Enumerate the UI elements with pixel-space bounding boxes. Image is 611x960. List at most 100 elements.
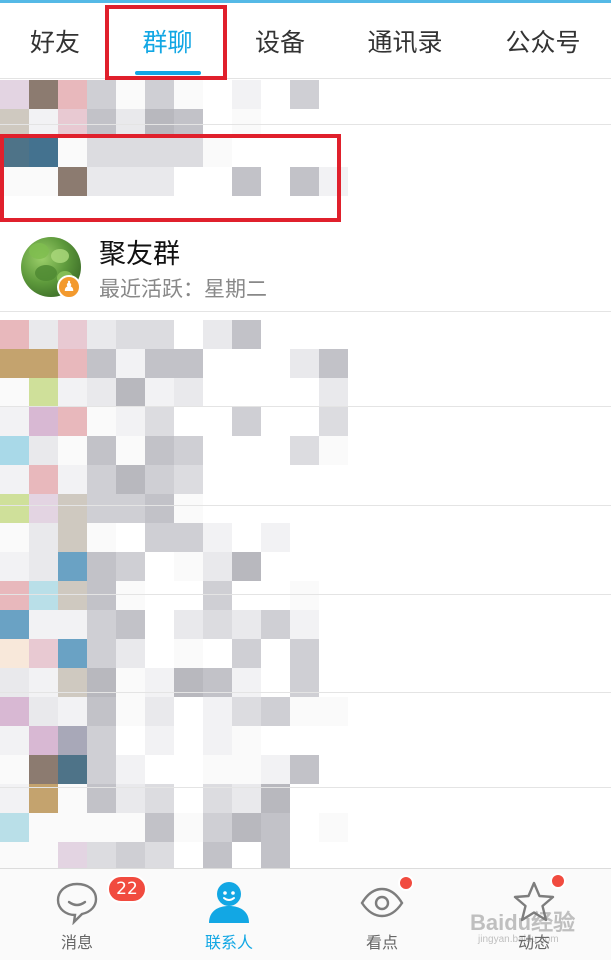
mosaic-cell (290, 465, 319, 494)
mosaic-cell (58, 349, 87, 378)
mosaic-cell (290, 697, 319, 726)
mosaic-cell (348, 349, 377, 378)
tab-address-book[interactable]: 通讯录 (335, 3, 475, 79)
mosaic-cell (174, 320, 203, 349)
nav-watch[interactable]: 看点 (322, 869, 442, 960)
mosaic-cell (290, 842, 319, 868)
mosaic-cell (29, 552, 58, 581)
mosaic-cell (232, 639, 261, 668)
mosaic-cell (87, 842, 116, 868)
mosaic-cell (203, 842, 232, 868)
mosaic-cell (319, 784, 348, 813)
mosaic-cell (116, 407, 145, 436)
mosaic-cell (29, 349, 58, 378)
mosaic-cell (0, 552, 29, 581)
mosaic-cell (116, 80, 145, 109)
mosaic-cell (0, 465, 29, 494)
mosaic-cell (29, 813, 58, 842)
mosaic-cell (377, 552, 406, 581)
mosaic-cell (348, 523, 377, 552)
nav-label: 联系人 (204, 933, 253, 952)
new-content-dot (398, 875, 414, 891)
watermark-url: jingyan.baidu.com (478, 934, 559, 945)
mosaic-cell (116, 726, 145, 755)
mosaic-cell (116, 436, 145, 465)
mosaic-cell (87, 581, 116, 610)
nav-contacts[interactable]: 联系人 (169, 869, 289, 960)
mosaic-cell (58, 610, 87, 639)
mosaic-cell (319, 726, 348, 755)
mosaic-cell (290, 407, 319, 436)
mosaic-cell (348, 465, 377, 494)
mosaic-cell (203, 784, 232, 813)
mosaic-cell (232, 581, 261, 610)
mosaic-cell (348, 320, 377, 349)
mosaic-cell (261, 842, 290, 868)
mosaic-cell (377, 726, 406, 755)
mosaic-cell (87, 349, 116, 378)
mosaic-cell (290, 523, 319, 552)
mosaic-cell (261, 523, 290, 552)
mosaic-cell (377, 465, 406, 494)
mosaic-cell (203, 726, 232, 755)
group-name: 聚友群 (99, 239, 180, 270)
mosaic-cell (87, 755, 116, 784)
mosaic-cell (0, 610, 29, 639)
mosaic-cell (29, 378, 58, 407)
tab-devices[interactable]: 设备 (225, 3, 335, 79)
tab-friends[interactable]: 好友 (0, 3, 110, 79)
mosaic-cell (348, 436, 377, 465)
mosaic-cell (203, 320, 232, 349)
nav-messages[interactable]: 22 消息 (17, 869, 147, 960)
mosaic-cell (232, 320, 261, 349)
mosaic-cell (261, 320, 290, 349)
mosaic-cell (145, 639, 174, 668)
mosaic-cell (377, 523, 406, 552)
mosaic-cell (0, 755, 29, 784)
group-last-active: 最近活跃：星期二 (99, 277, 267, 301)
mosaic-cell (58, 755, 87, 784)
group-item-juyou[interactable]: ♟ 聚友群 最近活跃：星期二 (0, 215, 611, 311)
mosaic-cell (290, 639, 319, 668)
mosaic-cell (348, 80, 377, 109)
mosaic-cell (29, 80, 58, 109)
mosaic-cell (232, 610, 261, 639)
mosaic-cell (58, 842, 87, 868)
chat-bubble-icon (56, 882, 98, 925)
mosaic-cell (0, 349, 29, 378)
mosaic-cell (261, 610, 290, 639)
mosaic-cell (0, 80, 29, 109)
mosaic-cell (232, 465, 261, 494)
mosaic-cell (290, 320, 319, 349)
mosaic-cell (29, 842, 58, 868)
mosaic-cell (29, 465, 58, 494)
contact-person-icon (209, 882, 249, 923)
mosaic-cell (232, 813, 261, 842)
group-owner-badge-icon: ♟ (57, 275, 81, 299)
mosaic-cell (203, 523, 232, 552)
mosaic-cell (29, 320, 58, 349)
mosaic-cell (145, 494, 174, 523)
mosaic-cell (348, 639, 377, 668)
mosaic-cell (174, 436, 203, 465)
tab-official-accounts[interactable]: 公众号 (475, 3, 611, 79)
mosaic-cell (116, 755, 145, 784)
mosaic-cell (58, 436, 87, 465)
mosaic-cell (319, 407, 348, 436)
mosaic-cell (0, 842, 29, 868)
mosaic-cell (174, 523, 203, 552)
mosaic-cell (145, 80, 174, 109)
mosaic-cell (290, 552, 319, 581)
nav-label: 消息 (60, 933, 93, 952)
mosaic-cell (203, 378, 232, 407)
mosaic-cell (261, 349, 290, 378)
mosaic-cell (348, 581, 377, 610)
mosaic-cell (58, 494, 87, 523)
mosaic-cell (174, 697, 203, 726)
mosaic-cell (0, 581, 29, 610)
mosaic-cell (0, 494, 29, 523)
mosaic-cell (174, 378, 203, 407)
mosaic-cell (58, 813, 87, 842)
mosaic-cell (203, 80, 232, 109)
mosaic-cell (174, 80, 203, 109)
